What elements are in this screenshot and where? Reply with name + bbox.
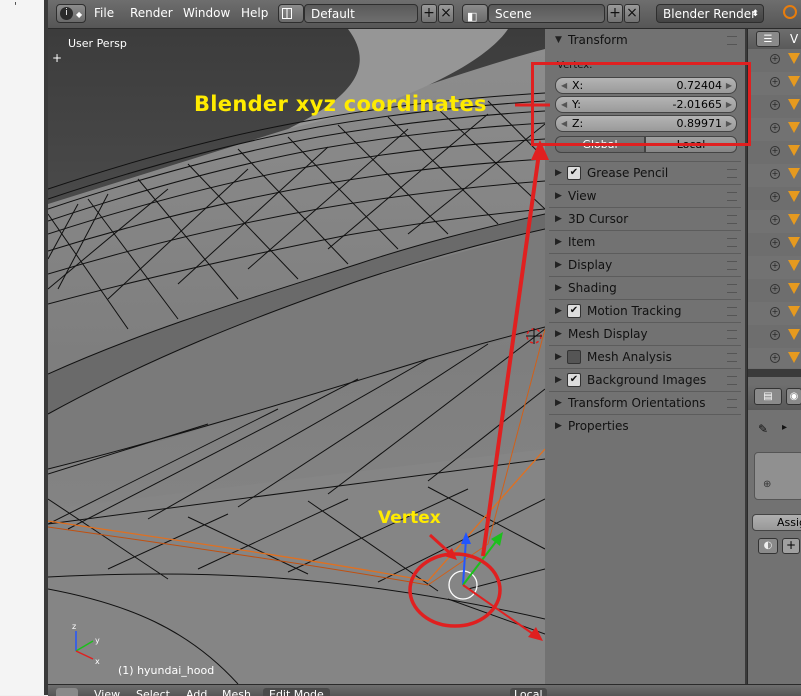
vertex-annotation-label: Vertex bbox=[378, 508, 441, 528]
coordinates-annotation-label: Blender xyz coordinates bbox=[194, 92, 487, 116]
